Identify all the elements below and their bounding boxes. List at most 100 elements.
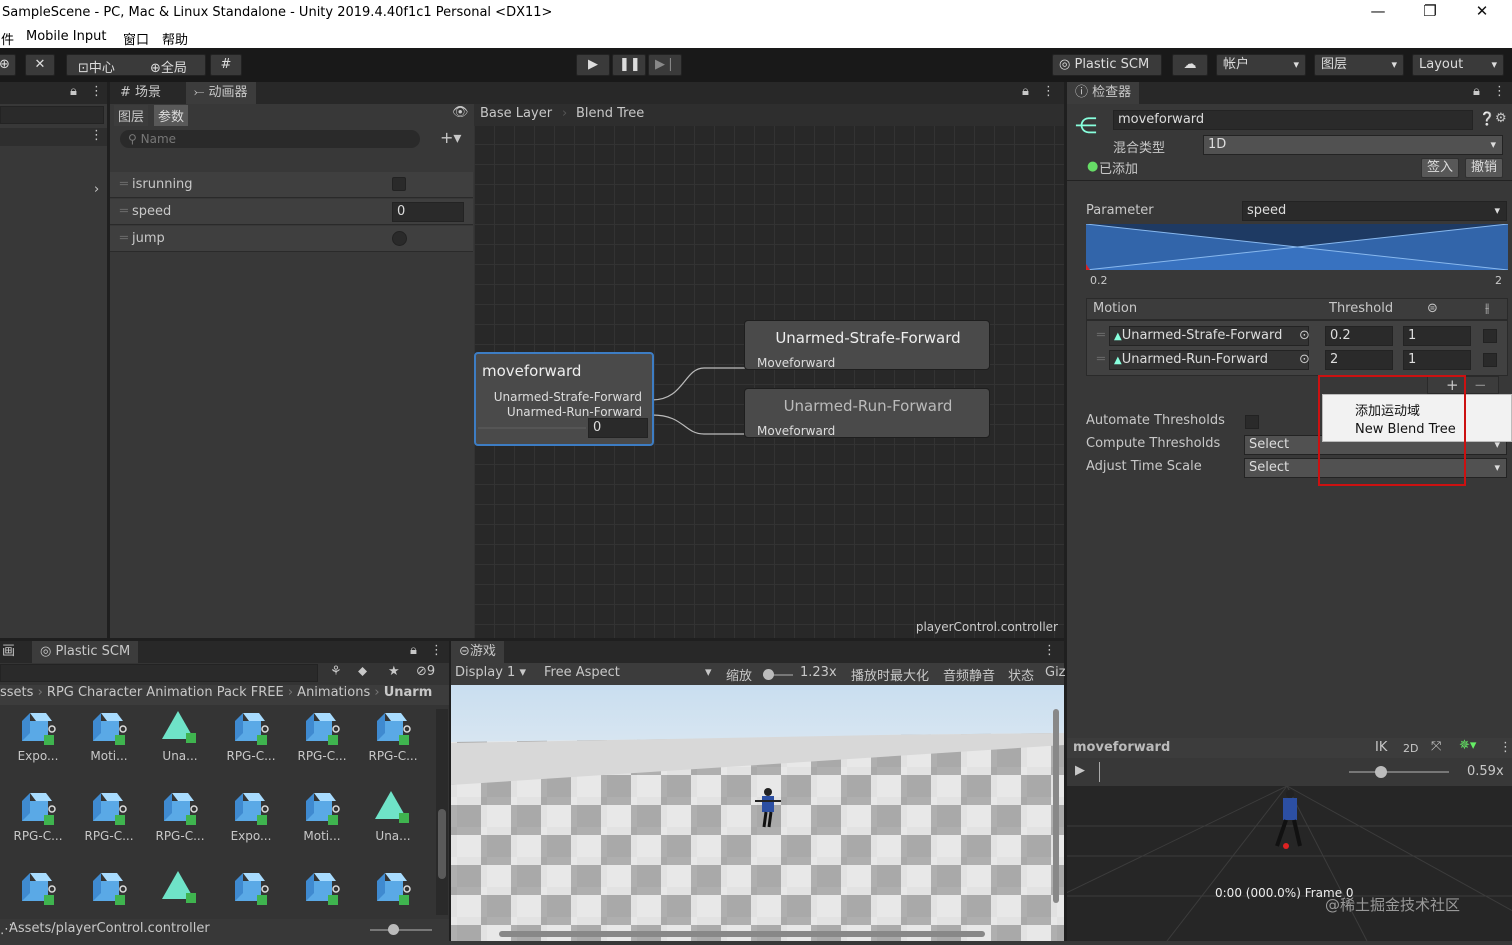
gizmos-toggle[interactable]: Giz [1045, 665, 1066, 680]
drag-handle-icon[interactable]: ═ [1097, 328, 1105, 343]
blend-tree-node[interactable]: moveforward Unarmed-Strafe-Forward Unarm… [474, 352, 654, 446]
tab-animation[interactable]: 画 [0, 641, 23, 663]
hidden-packages-icon[interactable]: ⊘9 [416, 664, 435, 679]
param-name[interactable]: jump [132, 231, 165, 246]
threshold-field[interactable]: 0.2 [1325, 326, 1393, 346]
breadcrumb-item[interactable]: RPG Character Animation Pack FREE [47, 685, 284, 700]
motion-node[interactable]: Unarmed-Run-Forward Moveforward [744, 388, 990, 438]
global-button[interactable]: ⊕全局 [150, 57, 187, 76]
stats-toggle[interactable]: 状态 [1008, 665, 1034, 684]
breadcrumb-item[interactable]: Animations [297, 685, 370, 700]
layout-dropdown[interactable]: Layout [1412, 54, 1504, 76]
trigger-radio[interactable] [392, 231, 407, 246]
drag-handle-icon[interactable]: ═ [1097, 352, 1105, 367]
motion-row[interactable]: ═ ▲Unarmed-Strafe-Forward ⊙ 0.2 1 [1097, 326, 1507, 348]
tab-layers[interactable]: 图层 [114, 105, 149, 126]
mirror-checkbox[interactable] [1483, 329, 1497, 343]
breadcrumb-item[interactable]: ssets [0, 685, 33, 700]
tab-inspector[interactable]: ⓘ 检查器 [1067, 82, 1140, 104]
asset-item[interactable]: Expo... [223, 787, 283, 865]
tab-game[interactable]: ⊝游戏 [451, 641, 504, 663]
menu-item-window[interactable]: 窗口 [123, 29, 149, 48]
tab-scene[interactable]: # 场景 [112, 82, 169, 104]
project-search[interactable] [0, 664, 318, 682]
asset-item[interactable]: RPG-C... [294, 707, 354, 785]
filter-type-icon[interactable]: ⚘ [330, 664, 342, 679]
lock-icon[interactable]: 🔒︎ [1022, 84, 1029, 99]
rect-tool-icon[interactable]: ⊕ [0, 54, 16, 76]
asset-item[interactable]: Moti... [294, 787, 354, 865]
menu-icon[interactable]: ⋮ [90, 128, 103, 143]
blend-type-dropdown[interactable]: 1D [1203, 135, 1503, 155]
pause-button[interactable]: ❚❚ [612, 54, 646, 76]
mirror-checkbox[interactable] [1483, 353, 1497, 367]
motion-node[interactable]: Unarmed-Strafe-Forward Moveforward [744, 320, 990, 370]
menu-item-mobile-input[interactable]: Mobile Input [26, 29, 106, 44]
tab-plastic-scm[interactable]: ◎ Plastic SCM [32, 641, 139, 663]
play-button[interactable]: ▶ [576, 54, 610, 76]
scrollbar-thumb[interactable] [499, 931, 985, 937]
parameter-dropdown[interactable]: speed [1242, 201, 1507, 221]
account-dropdown[interactable]: 帐户 [1216, 54, 1306, 76]
menu-item-help[interactable]: 帮助 [162, 29, 188, 48]
tab-animator[interactable]: ⤚ 动画器 [186, 82, 256, 104]
2d-toggle[interactable]: 2D [1403, 742, 1418, 755]
pivot-button[interactable]: ⊡中心 [78, 57, 115, 76]
maximize-button[interactable]: ❐ [1410, 2, 1450, 20]
motion-row[interactable]: ═ ▲Unarmed-Run-Forward ⊙ 2 1 [1097, 350, 1507, 372]
asset-item[interactable]: RPG-C... [152, 787, 212, 865]
icon-size-slider[interactable] [370, 929, 432, 931]
param-row[interactable]: ═ jump [110, 226, 473, 252]
layers-dropdown[interactable]: 图层 [1314, 54, 1404, 76]
slider-thumb[interactable] [388, 924, 399, 935]
lock-icon[interactable]: 🔒︎ [410, 643, 417, 658]
eye-icon[interactable]: 👁︎ [452, 105, 469, 120]
slider-thumb[interactable] [1375, 766, 1387, 778]
asset-item[interactable]: Moti... [81, 707, 141, 785]
ik-toggle[interactable]: IK [1375, 740, 1387, 755]
asset-item[interactable]: Una... [365, 787, 425, 865]
speed-field[interactable]: 1 [1403, 326, 1471, 346]
asset-item[interactable]: RPG-C... [10, 787, 70, 865]
grid-snap-icon[interactable]: # [210, 54, 242, 76]
tab-parameters[interactable]: 参数 [154, 105, 189, 126]
lock-icon[interactable]: 🔒︎ [1473, 84, 1480, 99]
game-viewport[interactable] [451, 685, 1064, 941]
asset-item[interactable]: RPG-C... [223, 707, 283, 785]
motion-field[interactable]: ▲Unarmed-Run-Forward [1109, 350, 1309, 370]
menu-icon[interactable]: ⋮ [1499, 740, 1512, 755]
asset-item[interactable]: Una... [152, 707, 212, 785]
speed-field[interactable]: 1 [1403, 350, 1471, 370]
menu-icon[interactable]: ⋮ [1042, 84, 1055, 99]
step-button[interactable]: ▶❘ [648, 54, 682, 76]
menu-icon[interactable]: ⋮ [1043, 643, 1056, 658]
slider-track[interactable] [478, 427, 586, 429]
chevron-right-icon[interactable]: › [94, 182, 99, 197]
mute-audio-toggle[interactable]: 音频静音 [943, 665, 995, 684]
close-button[interactable]: ✕ [1462, 2, 1502, 20]
object-picker-icon[interactable]: ⊙ [1299, 328, 1310, 343]
slider-thumb[interactable] [763, 669, 774, 680]
param-name[interactable]: speed [132, 204, 171, 219]
scrollbar-thumb[interactable] [438, 809, 446, 879]
lock-icon[interactable]: 🔒︎ [70, 84, 77, 99]
param-row[interactable]: ═ speed 0 [110, 199, 473, 225]
speed-slider[interactable] [1349, 771, 1449, 773]
scrollbar[interactable] [436, 709, 448, 915]
blend-value-field[interactable]: 0 [588, 418, 648, 438]
blend-graph[interactable] [1086, 224, 1508, 270]
aspect-dropdown[interactable]: Free Aspect [544, 665, 620, 680]
drag-handle-icon[interactable]: ═ [120, 177, 128, 192]
asset-item[interactable]: RPG-C... [365, 707, 425, 785]
remove-motion-button[interactable]: − [1474, 376, 1487, 394]
drag-handle-icon[interactable]: ═ [120, 231, 128, 246]
drag-handle-icon[interactable]: ═ [120, 204, 128, 219]
param-name[interactable]: isrunning [132, 177, 193, 192]
object-picker-icon[interactable]: ⊙ [1299, 352, 1310, 367]
display-dropdown[interactable]: Display 1 ▾ [455, 665, 526, 680]
add-parameter-button[interactable]: +▾ [440, 128, 461, 147]
play-button[interactable]: ▶ [1075, 763, 1085, 778]
threshold-field[interactable]: 2 [1325, 350, 1393, 370]
checkin-button[interactable]: 签入 [1421, 158, 1459, 178]
cloud-icon[interactable]: ☁ [1172, 54, 1208, 76]
